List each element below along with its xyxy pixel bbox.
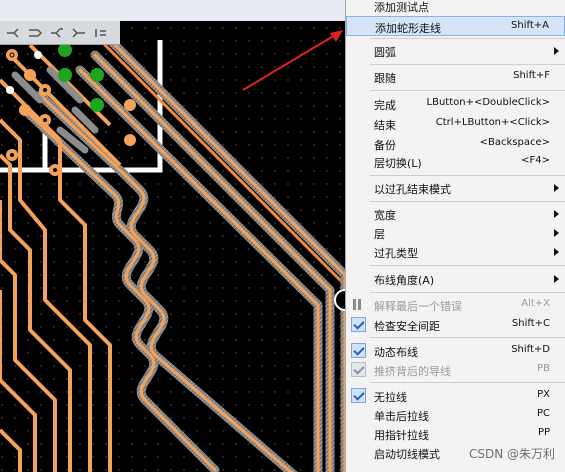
menu-item-follow[interactable]: 跟随 Shift+F bbox=[346, 67, 565, 87]
menu-item-ratsnest-pointer[interactable]: 用指针拉线 PP bbox=[346, 424, 565, 444]
menu-item-label: 无拉线 bbox=[374, 391, 407, 404]
menu-item-check-clearance[interactable]: 检查安全间距 Shift+C bbox=[346, 315, 565, 335]
menu-item-label: 布线角度(A) bbox=[374, 274, 435, 287]
menu-item-add-serpentine[interactable]: 添加蛇形走线 Shift+A bbox=[346, 16, 565, 36]
menu-item-shortcut: Shift+D bbox=[511, 344, 550, 355]
context-menu: 添加测试点 添加蛇形走线 Shift+A 圆弧 跟随 Shift+F 完成 LButt… bbox=[345, 0, 565, 472]
menu-item-label: 用指针拉线 bbox=[374, 429, 429, 442]
menu-item-shortcut: LButton+<DoubleClick> bbox=[426, 97, 550, 108]
checkmark-icon bbox=[351, 343, 366, 358]
submenu-arrow-icon bbox=[554, 210, 559, 218]
checkmark-icon bbox=[351, 317, 366, 332]
menu-item-dynamic-routing[interactable]: 动态布线 Shift+D bbox=[346, 341, 565, 361]
route-icon[interactable] bbox=[4, 25, 22, 41]
menu-item-shortcut: PB bbox=[537, 363, 550, 374]
checkmark-icon bbox=[351, 388, 366, 403]
menu-item-shortcut: PP bbox=[537, 427, 550, 438]
menu-item-label: 过孔类型 bbox=[374, 247, 418, 260]
menu-item-shortcut: <F4> bbox=[521, 155, 550, 166]
submenu-arrow-icon bbox=[554, 229, 559, 237]
route-merge-icon[interactable] bbox=[70, 25, 88, 41]
menu-item-ratsnest-on-click[interactable]: 单击后拉线 PC bbox=[346, 405, 565, 425]
route-extra-icon[interactable] bbox=[92, 25, 110, 41]
menu-item-label: 添加测试点 bbox=[374, 1, 429, 14]
menu-item-label: 完成 bbox=[374, 99, 396, 112]
route-arrow-icon[interactable] bbox=[26, 25, 44, 41]
menu-item-shortcut: PX bbox=[537, 389, 550, 400]
menu-item-layer-switch[interactable]: 层切换(L) <F4> bbox=[346, 152, 565, 172]
menu-item-shortcut: <Backspace> bbox=[479, 137, 550, 148]
watermark: CSDN @朱万利 bbox=[468, 447, 555, 461]
menu-item-arc[interactable]: 圆弧 bbox=[346, 41, 565, 61]
menu-item-shortcut: Shift+F bbox=[513, 70, 550, 81]
pause-icon bbox=[352, 299, 362, 310]
submenu-arrow-icon bbox=[554, 275, 559, 283]
menu-item-label: 跟随 bbox=[374, 72, 396, 85]
menu-item-shortcut: Alt+X bbox=[521, 298, 550, 309]
menu-item-via-type[interactable]: 过孔类型 bbox=[346, 242, 565, 262]
menu-item-label: 检查安全间距 bbox=[374, 320, 440, 333]
menu-item-label: 添加蛇形走线 bbox=[375, 22, 441, 35]
route-split-icon[interactable] bbox=[48, 25, 66, 41]
menu-item-shortcut: Ctrl+LButton+<Click> bbox=[435, 117, 550, 128]
menu-item-shortcut: Shift+A bbox=[511, 20, 549, 31]
routing-toolbar bbox=[0, 21, 120, 45]
menu-item-label: 结束 bbox=[374, 119, 396, 132]
menu-item-label: 备份 bbox=[374, 139, 396, 152]
checkmark-icon bbox=[351, 362, 366, 377]
submenu-arrow-icon bbox=[554, 184, 559, 192]
menu-item-routing-angle[interactable]: 布线角度(A) bbox=[346, 269, 565, 289]
menu-item-layer[interactable]: 层 bbox=[346, 223, 565, 243]
menu-item-label: 推挤背后的导线 bbox=[374, 365, 451, 378]
title-strip bbox=[0, 0, 345, 21]
menu-item-label: 动态布线 bbox=[374, 346, 418, 359]
menu-item-label: 宽度 bbox=[374, 209, 396, 222]
menu-item-label: 单击后拉线 bbox=[374, 410, 429, 423]
menu-item-label: 以过孔结束模式 bbox=[374, 183, 451, 196]
menu-item-backup[interactable]: 备份 <Backspace> bbox=[346, 134, 565, 154]
menu-item-label: 启动切线模式 bbox=[374, 448, 440, 461]
menu-item-complete[interactable]: 完成 LButton+<DoubleClick> bbox=[346, 94, 565, 114]
menu-item-label: 解释最后一个错误 bbox=[374, 300, 462, 313]
menu-item-label: 层切换(L) bbox=[374, 157, 422, 170]
menu-item-shortcut: PC bbox=[536, 408, 550, 419]
menu-item-label: 层 bbox=[374, 228, 385, 241]
menu-item-shortcut: Shift+C bbox=[511, 318, 550, 329]
menu-item-no-ratsnest[interactable]: 无拉线 PX bbox=[346, 386, 565, 406]
menu-item-explain-last-error[interactable]: 解释最后一个错误 Alt+X bbox=[346, 295, 565, 315]
submenu-arrow-icon bbox=[554, 47, 559, 55]
menu-item-width[interactable]: 宽度 bbox=[346, 204, 565, 224]
menu-item-add-testpoint[interactable]: 添加测试点 bbox=[346, 0, 565, 16]
menu-item-push-behind[interactable]: 推挤背后的导线 PB bbox=[346, 360, 565, 380]
menu-item-label: 圆弧 bbox=[374, 46, 396, 59]
submenu-arrow-icon bbox=[554, 248, 559, 256]
menu-item-via-end-mode[interactable]: 以过孔结束模式 bbox=[346, 178, 565, 198]
menu-item-end[interactable]: 结束 Ctrl+LButton+<Click> bbox=[346, 114, 565, 134]
